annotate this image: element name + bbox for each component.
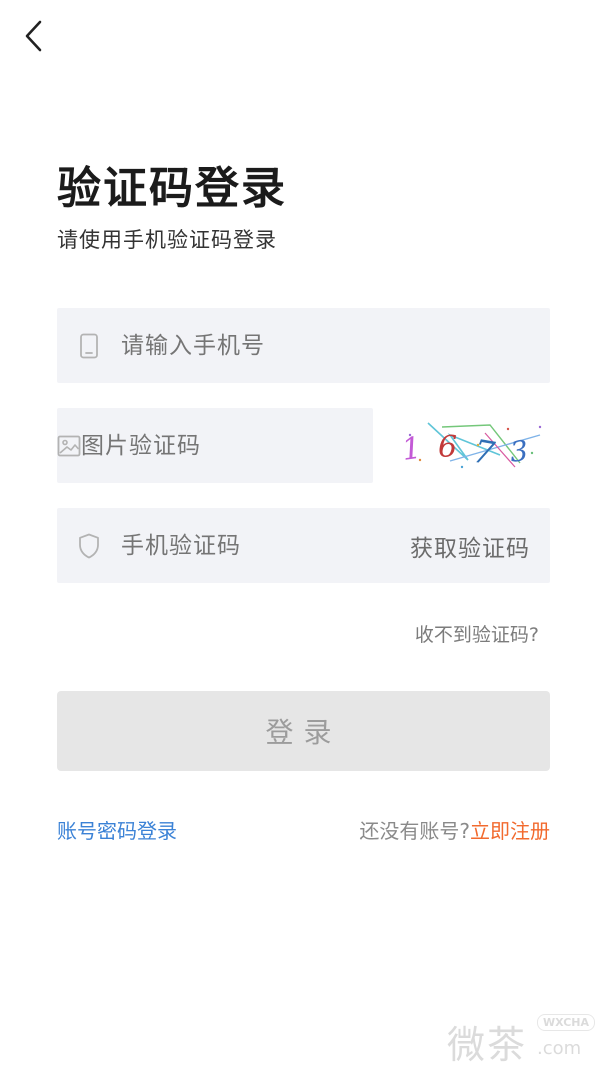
phone-field[interactable] <box>57 308 550 383</box>
phone-icon <box>57 308 121 383</box>
chevron-left-icon <box>25 20 42 52</box>
captcha-digit: 7 <box>471 432 498 473</box>
no-code-link[interactable]: 收不到验证码? <box>415 620 539 647</box>
image-code-input[interactable] <box>81 432 374 459</box>
register-row: 还没有账号? 立即注册 <box>359 815 550 844</box>
no-account-text: 还没有账号? <box>359 819 470 843</box>
phone-input[interactable] <box>121 332 550 359</box>
image-code-field[interactable] <box>57 408 374 483</box>
page-title: 验证码登录 <box>57 163 287 214</box>
watermark-text: 微茶 <box>447 1023 528 1067</box>
watermark-domain: .com <box>537 1038 582 1059</box>
image-icon <box>57 408 81 483</box>
captcha-digit: 6 <box>438 430 457 465</box>
captcha-digit: 3 <box>508 434 529 469</box>
login-button[interactable]: 登录 <box>57 691 550 771</box>
shield-icon <box>57 508 121 583</box>
password-login-link[interactable]: 账号密码登录 <box>57 815 177 844</box>
get-code-button[interactable]: 获取验证码 <box>410 508 550 583</box>
back-button[interactable] <box>14 14 54 58</box>
page-subtitle: 请使用手机验证码登录 <box>57 228 277 252</box>
register-link[interactable]: 立即注册 <box>470 815 550 844</box>
captcha-image[interactable]: 1 6 7 3 <box>390 415 550 477</box>
watermark: 微茶 WXCHA .com <box>447 1008 597 1068</box>
sms-code-field[interactable]: 获取验证码 <box>57 508 550 583</box>
login-page: 验证码登录 请使用手机验证码登录 请输入手机号 图片验证码 1 6 7 3 手机… <box>0 0 607 1080</box>
watermark-badge: WXCHA <box>537 1014 596 1031</box>
captcha-digit: 1 <box>400 431 424 468</box>
